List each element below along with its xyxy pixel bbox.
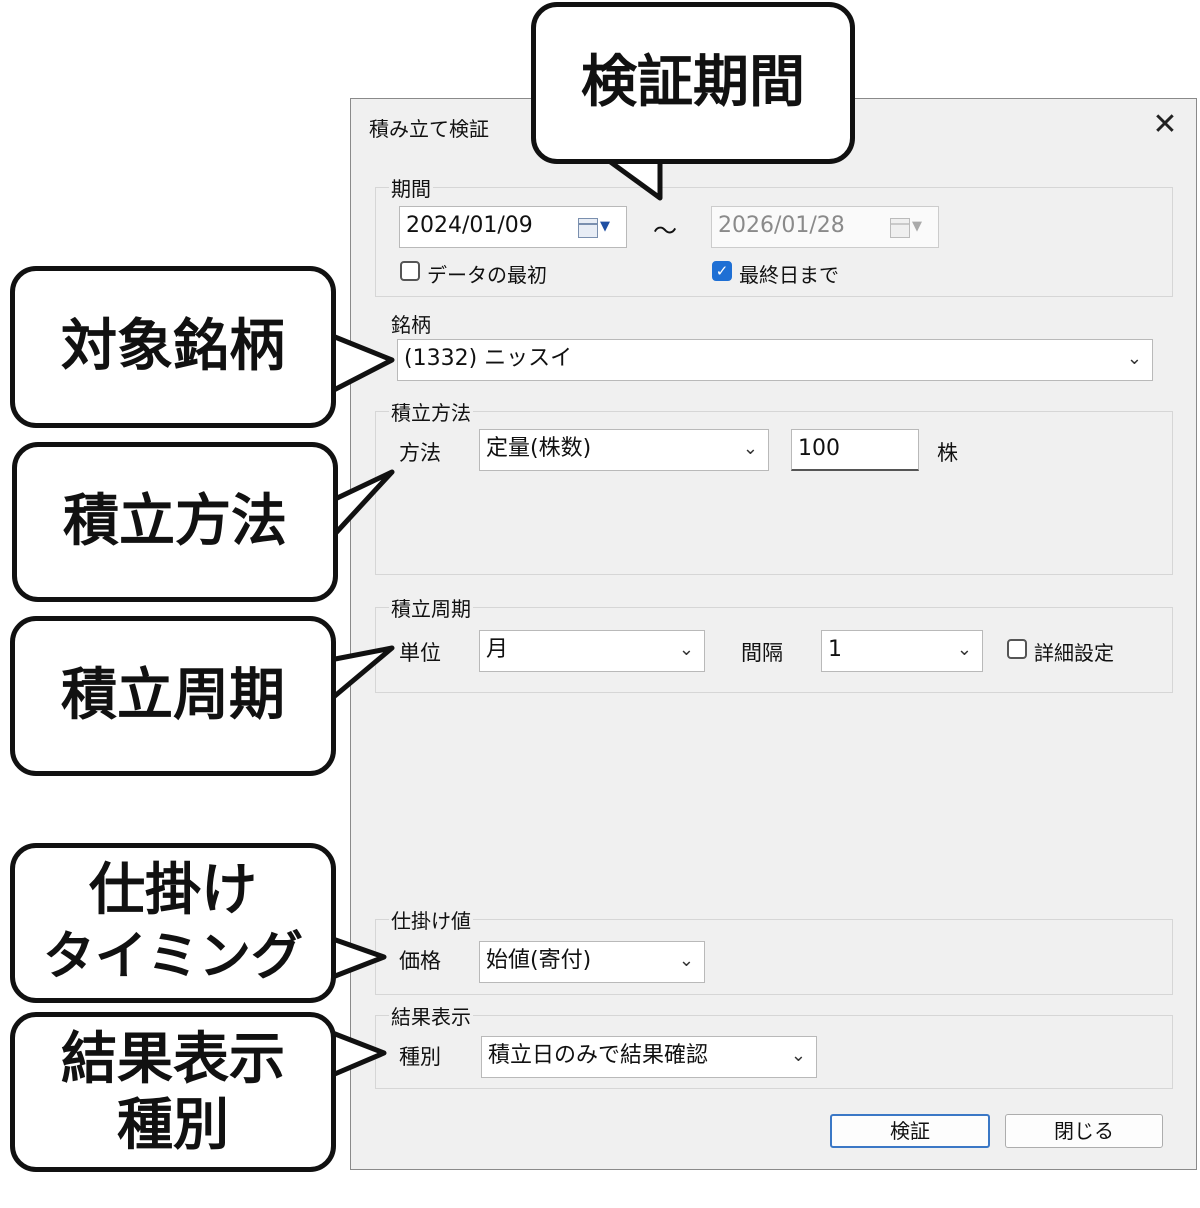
callout-tail-period: [602, 155, 663, 201]
callout-result: 結果表示 種別: [10, 1012, 336, 1172]
callout-stock-text: 対象銘柄: [61, 314, 285, 379]
callout-period-text: 検証期間: [581, 50, 805, 115]
callout-tail-cycle: [327, 645, 395, 703]
callout-entry-text-2: タイミング: [42, 927, 303, 987]
callout-method: 積立方法: [12, 442, 338, 602]
callout-tail-entry: [327, 935, 387, 981]
callout-tail-stock: [327, 332, 395, 395]
callout-tail-method: [330, 469, 395, 539]
callout-cycle-text: 積立周期: [61, 663, 285, 728]
callout-method-text: 積立方法: [63, 489, 287, 554]
callout-result-text-1: 結果表示: [61, 1027, 285, 1092]
callout-entry-text-1: 仕掛け: [89, 858, 257, 923]
callout-stock: 対象銘柄: [10, 266, 336, 428]
callout-period: 検証期間: [531, 2, 855, 164]
callout-tail-result: [327, 1029, 387, 1079]
callout-cycle: 積立周期: [10, 616, 336, 776]
callout-entry: 仕掛け タイミング: [10, 843, 336, 1003]
callout-result-text-2: 種別: [117, 1093, 229, 1158]
